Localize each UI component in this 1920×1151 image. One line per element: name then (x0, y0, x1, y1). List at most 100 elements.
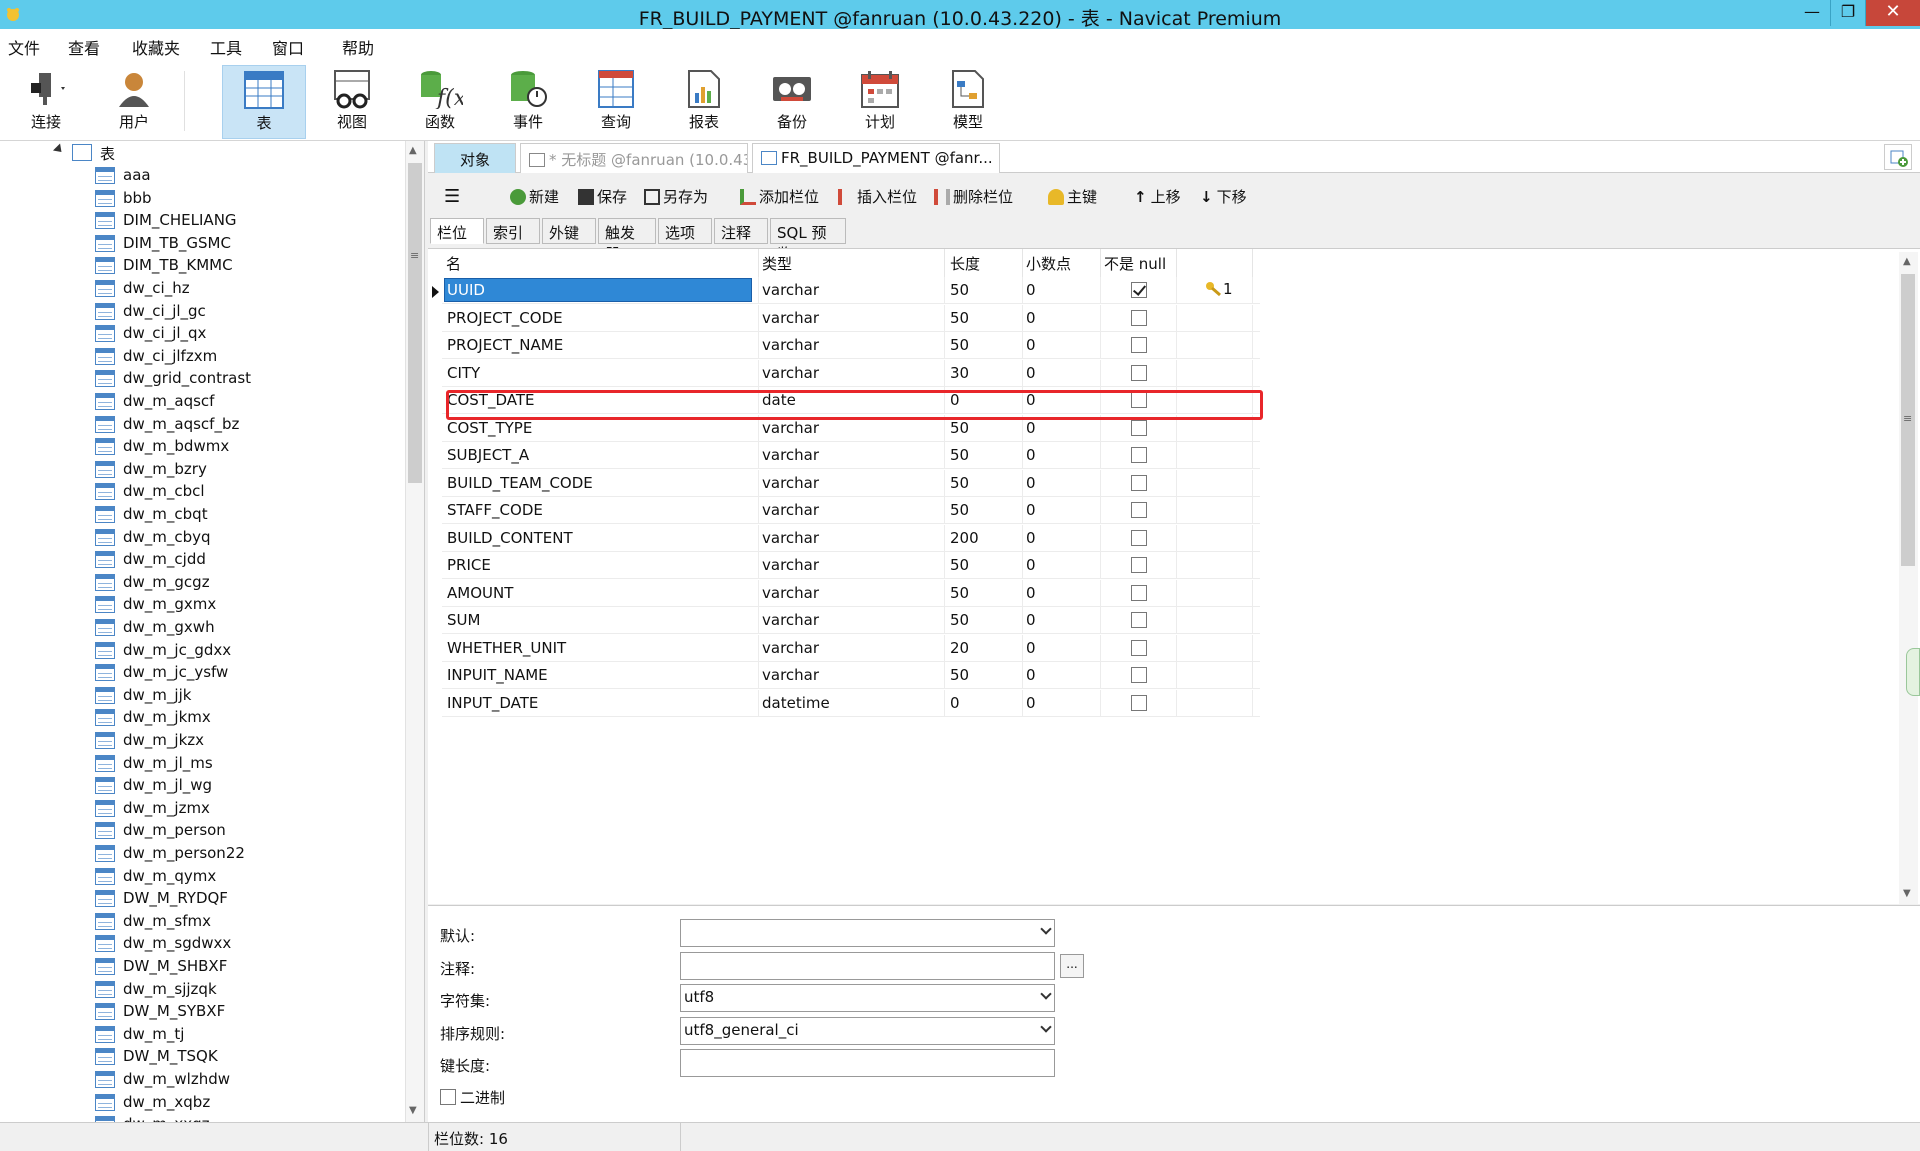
field-name-cell[interactable]: SUM (447, 611, 480, 629)
field-name-cell[interactable]: SUBJECT_A (447, 446, 529, 464)
subtab-fields[interactable]: 栏位 (430, 218, 484, 244)
grid-scrollbar[interactable]: ▲ ≡ ▼ (1899, 252, 1918, 904)
field-decimals-cell[interactable]: 0 (1026, 419, 1036, 437)
field-row[interactable]: PRICE varchar 50 0 (442, 552, 1260, 579)
tree-item-table[interactable]: dw_ci_jl_qx (95, 323, 405, 345)
field-row[interactable]: INPUIT_NAME varchar 50 0 (442, 662, 1260, 689)
field-type-cell[interactable]: varchar (762, 501, 819, 519)
tree-item-table[interactable]: dw_ci_jl_gc (95, 301, 405, 323)
tree-item-table[interactable]: DIM_TB_GSMC (95, 233, 405, 255)
field-type-cell[interactable]: varchar (762, 364, 819, 382)
tree-item-table[interactable]: dw_m_aqscf (95, 391, 405, 413)
menu-hamburger-button[interactable]: ☰ (444, 186, 460, 207)
tree-item-table[interactable]: dw_m_aqscf_bz (95, 414, 405, 436)
field-decimals-cell[interactable]: 0 (1026, 529, 1036, 547)
tree-item-table[interactable]: dw_ci_jlfzxm (95, 346, 405, 368)
close-button[interactable]: ✕ (1866, 0, 1920, 26)
scroll-up-icon[interactable]: ▲ (1903, 256, 1911, 267)
field-row[interactable]: PROJECT_CODE varchar 50 0 (442, 304, 1260, 332)
field-length-cell[interactable]: 50 (950, 336, 969, 354)
toolbar-view-button[interactable]: 视图 (310, 65, 394, 139)
tree-item-table[interactable]: dw_grid_contrast (95, 368, 405, 390)
field-name-cell[interactable]: BUILD_TEAM_CODE (447, 474, 593, 492)
field-type-cell[interactable]: varchar (762, 474, 819, 492)
not-null-checkbox[interactable] (1131, 282, 1147, 298)
not-null-checkbox[interactable] (1131, 612, 1147, 628)
tree-item-table[interactable]: dw_m_sjjzqk (95, 979, 405, 1001)
menu-window[interactable]: 窗口 (272, 35, 304, 59)
col-header-decimals[interactable]: 小数点 (1026, 253, 1071, 274)
tree-item-table[interactable]: dw_m_jc_ysfw (95, 662, 405, 684)
subtab-indexes[interactable]: 索引 (486, 218, 540, 244)
tree-item-table[interactable]: dw_m_sfmx (95, 911, 405, 933)
field-type-cell[interactable]: varchar (762, 446, 819, 464)
field-decimals-cell[interactable]: 0 (1026, 281, 1036, 299)
field-decimals-cell[interactable]: 0 (1026, 556, 1036, 574)
tab-table-designer[interactable]: FR_BUILD_PAYMENT @fanr... (752, 143, 1000, 173)
tree-item-table[interactable]: dw_m_jzmx (95, 798, 405, 820)
menu-file[interactable]: 文件 (8, 35, 40, 59)
tree-item-table[interactable]: DW_M_RYDQF (95, 888, 405, 910)
chevron-down-icon[interactable] (1040, 988, 1052, 1000)
scroll-down-icon[interactable]: ▼ (409, 1105, 417, 1116)
field-name-cell[interactable]: PRICE (447, 556, 491, 574)
tree-item-table[interactable]: dw_m_cjdd (95, 549, 405, 571)
toolbar-user-button[interactable]: 用户 (92, 65, 176, 139)
toolbar-event-button[interactable]: 事件 (486, 65, 570, 139)
tree-item-table[interactable]: dw_m_bdwmx (95, 436, 405, 458)
not-null-checkbox[interactable] (1131, 474, 1147, 491)
binary-checkbox[interactable] (440, 1089, 456, 1105)
key-length-input[interactable] (680, 1049, 1055, 1077)
toolbar-backup-button[interactable]: 备份 (750, 65, 834, 139)
field-decimals-cell[interactable]: 0 (1026, 694, 1036, 712)
field-length-cell[interactable]: 50 (950, 666, 969, 684)
tree-item-table[interactable]: dw_m_cbyq (95, 527, 405, 549)
side-panel-toggle-icon[interactable] (1906, 648, 1920, 696)
field-row[interactable]: STAFF_CODE varchar 50 0 (442, 497, 1260, 524)
new-button[interactable]: 新建 (510, 186, 559, 207)
not-null-checkbox[interactable] (1131, 447, 1147, 463)
tree-item-table[interactable]: dw_m_sgdwxx (95, 933, 405, 955)
field-row[interactable]: BUILD_TEAM_CODE varchar 50 0 (442, 469, 1260, 497)
field-decimals-cell[interactable]: 0 (1026, 309, 1036, 327)
toolbar-function-button[interactable]: f(x) 函数 (398, 65, 482, 139)
subtab-comment[interactable]: 注释 (714, 218, 768, 244)
field-name-cell[interactable]: INPUIT_NAME (447, 666, 548, 684)
scroll-down-icon[interactable]: ▼ (1903, 888, 1911, 899)
tree-item-table[interactable]: DIM_CHELIANG (95, 210, 405, 232)
add-field-button[interactable]: 添加栏位 (740, 186, 819, 207)
menu-tools[interactable]: 工具 (210, 35, 242, 59)
field-type-cell[interactable]: varchar (762, 309, 819, 327)
toolbar-connect-button[interactable]: 连接 (4, 65, 88, 139)
field-name-cell[interactable]: WHETHER_UNIT (447, 639, 566, 657)
not-null-checkbox[interactable] (1131, 584, 1147, 601)
menu-help[interactable]: 帮助 (342, 35, 374, 59)
tree-item-table[interactable]: dw_m_bzry (95, 459, 405, 481)
primary-key-button[interactable]: 主键 (1048, 186, 1097, 207)
field-row[interactable]: WHETHER_UNIT varchar 20 0 (442, 634, 1260, 662)
field-type-cell[interactable]: varchar (762, 336, 819, 354)
tree-scroll-thumb[interactable] (408, 163, 422, 483)
tree-item-table[interactable]: aaa (95, 165, 405, 187)
chevron-down-icon[interactable] (1040, 1021, 1052, 1033)
field-row[interactable]: SUM varchar 50 0 (442, 607, 1260, 634)
menu-favorites[interactable]: 收藏夹 (132, 35, 180, 59)
collation-select[interactable]: utf8_general_ci (680, 1017, 1055, 1045)
field-length-cell[interactable]: 0 (950, 694, 960, 712)
new-tab-button[interactable] (1884, 144, 1912, 170)
comment-expand-button[interactable]: ... (1060, 954, 1084, 978)
field-length-cell[interactable]: 50 (950, 501, 969, 519)
tree-item-table[interactable]: dw_m_tj (95, 1024, 405, 1046)
field-name-cell[interactable]: PROJECT_NAME (447, 336, 563, 354)
field-type-cell[interactable]: varchar (762, 611, 819, 629)
save-button[interactable]: 保存 (578, 186, 627, 207)
tree-item-table[interactable]: dw_m_jkmx (95, 707, 405, 729)
field-length-cell[interactable]: 50 (950, 474, 969, 492)
field-row[interactable]: BUILD_CONTENT varchar 200 0 (442, 524, 1260, 552)
move-up-button[interactable]: ↑ 上移 (1134, 186, 1181, 207)
col-header-not-null[interactable]: 不是 null (1104, 253, 1166, 274)
toolbar-report-button[interactable]: 报表 (662, 65, 746, 139)
tree-item-table[interactable]: dw_m_jc_gdxx (95, 640, 405, 662)
tab-objects[interactable]: 对象 (434, 143, 516, 173)
selected-cell[interactable] (444, 278, 752, 302)
